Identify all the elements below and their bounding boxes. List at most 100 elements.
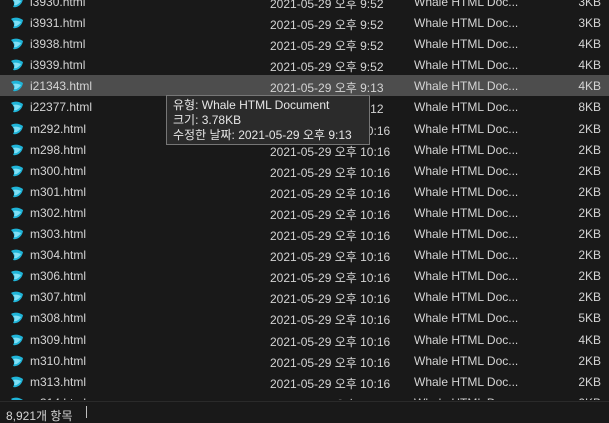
file-size: 2KB	[578, 142, 601, 157]
file-size: 2KB	[578, 121, 601, 136]
item-count: 8,921개 항목	[6, 409, 73, 423]
file-size: 2KB	[578, 163, 601, 178]
file-modified-date: 2021-05-29 오후 9:52	[270, 39, 384, 54]
file-row[interactable]: m309.html 2021-05-29 오후 10:16 Whale HTML D…	[0, 329, 609, 350]
file-type: Whale HTML Doc...	[414, 142, 519, 157]
file-row[interactable]: m314.html 2021-05-29 오후 10:16 Whale HTML D…	[0, 392, 609, 400]
file-type: Whale HTML Doc...	[414, 311, 519, 326]
file-list[interactable]: i3930.html 2021-05-29 오후 9:52 Whale HTML D…	[0, 0, 609, 400]
file-row[interactable]: m302.html 2021-05-29 오후 10:16 Whale HTML D…	[0, 202, 609, 223]
file-modified-date: 2021-05-29 오후 10:16	[270, 313, 391, 328]
file-type: Whale HTML Doc...	[414, 58, 519, 73]
whale-browser-icon	[10, 354, 24, 368]
file-type: Whale HTML Doc...	[414, 269, 519, 284]
whale-browser-icon	[10, 206, 24, 220]
whale-browser-icon	[10, 0, 24, 9]
file-type: Whale HTML Doc...	[414, 100, 519, 115]
file-name: m303.html	[30, 227, 87, 242]
whale-browser-icon	[10, 100, 24, 114]
file-modified-date: 2021-05-29 오후 10:16	[270, 250, 391, 265]
file-tooltip: 유형: Whale HTML Document 크기: 3.78KB 수정한 날…	[166, 95, 370, 145]
file-name: m304.html	[30, 248, 87, 263]
file-modified-date: 2021-05-29 오후 9:13	[270, 81, 384, 96]
whale-browser-icon	[10, 375, 24, 389]
file-modified-date: 2021-05-29 오후 10:16	[270, 165, 391, 180]
file-modified-date: 2021-05-29 오후 10:16	[270, 376, 391, 391]
file-name: m298.html	[30, 142, 87, 157]
file-modified-date: 2021-05-29 오후 9:52	[270, 60, 384, 75]
file-size: 4KB	[578, 332, 601, 347]
file-name: m313.html	[30, 374, 87, 389]
status-separator	[86, 406, 87, 418]
whale-browser-icon	[10, 58, 24, 72]
file-name: i3938.html	[30, 37, 86, 52]
file-modified-date: 2021-05-29 오후 9:52	[270, 18, 384, 33]
file-row[interactable]: m308.html 2021-05-29 오후 10:16 Whale HTML D…	[0, 307, 609, 328]
whale-browser-icon	[10, 122, 24, 136]
file-type: Whale HTML Doc...	[414, 16, 519, 31]
whale-browser-icon	[10, 290, 24, 304]
file-row[interactable]: i3939.html 2021-05-29 오후 9:52 Whale HTML D…	[0, 54, 609, 75]
file-size: 3KB	[578, 16, 601, 31]
file-name: m301.html	[30, 184, 87, 199]
whale-browser-icon	[10, 269, 24, 283]
file-modified-date: 2021-05-29 오후 10:16	[270, 229, 391, 244]
file-name: m309.html	[30, 332, 87, 347]
file-type: Whale HTML Doc...	[414, 184, 519, 199]
file-row[interactable]: m304.html 2021-05-29 오후 10:16 Whale HTML D…	[0, 244, 609, 265]
file-explorer-window: i3930.html 2021-05-29 오후 9:52 Whale HTML D…	[0, 0, 609, 423]
file-row[interactable]: m303.html 2021-05-29 오후 10:16 Whale HTML D…	[0, 223, 609, 244]
file-row[interactable]: m306.html 2021-05-29 오후 10:16 Whale HTML D…	[0, 265, 609, 286]
file-row[interactable]: m301.html 2021-05-29 오후 10:16 Whale HTML D…	[0, 181, 609, 202]
tooltip-modified: 수정한 날짜: 2021-05-29 오후 9:13	[173, 128, 352, 142]
file-size: 4KB	[578, 79, 601, 94]
whale-browser-icon	[10, 185, 24, 199]
whale-browser-icon	[10, 16, 24, 30]
file-name: i3939.html	[30, 58, 86, 73]
file-row[interactable]: m300.html 2021-05-29 오후 10:16 Whale HTML D…	[0, 160, 609, 181]
file-name: m308.html	[30, 311, 87, 326]
file-type: Whale HTML Doc...	[414, 79, 519, 94]
file-row[interactable]: i21343.html 2021-05-29 오후 9:13 Whale HTML …	[0, 75, 609, 97]
file-size: 4KB	[578, 58, 601, 73]
file-modified-date: 2021-05-29 오후 9:52	[270, 0, 384, 11]
file-row[interactable]: i3931.html 2021-05-29 오후 9:52 Whale HTML D…	[0, 12, 609, 33]
whale-browser-icon	[10, 333, 24, 347]
file-row[interactable]: m307.html 2021-05-29 오후 10:16 Whale HTML D…	[0, 286, 609, 307]
whale-browser-icon	[10, 143, 24, 157]
file-size: 3KB	[578, 0, 601, 9]
file-size: 2KB	[578, 290, 601, 305]
whale-browser-icon	[10, 396, 24, 400]
file-size: 2KB	[578, 353, 601, 368]
file-size: 2KB	[578, 184, 601, 199]
file-type: Whale HTML Doc...	[414, 353, 519, 368]
file-size: 5KB	[578, 311, 601, 326]
file-name: i3930.html	[30, 0, 86, 9]
file-type: Whale HTML Doc...	[414, 37, 519, 52]
file-name: m314.html	[30, 396, 86, 400]
whale-browser-icon	[10, 227, 24, 241]
file-modified-date: 2021-05-29 오후 10:16	[270, 186, 391, 201]
file-type: Whale HTML Doc...	[414, 0, 519, 9]
file-row[interactable]: i3938.html 2021-05-29 오후 9:52 Whale HTML D…	[0, 33, 609, 54]
status-bar: 8,921개 항목	[0, 401, 609, 423]
whale-browser-icon	[10, 248, 24, 262]
file-size: 2KB	[578, 396, 601, 400]
file-name: i22377.html	[30, 100, 93, 115]
whale-browser-icon	[10, 79, 24, 93]
file-name: m292.html	[30, 121, 87, 136]
whale-browser-icon	[10, 37, 24, 51]
file-row[interactable]: m313.html 2021-05-29 오후 10:16 Whale HTML D…	[0, 371, 609, 392]
file-type: Whale HTML Doc...	[414, 374, 519, 389]
file-row[interactable]: m310.html 2021-05-29 오후 10:16 Whale HTML D…	[0, 350, 609, 371]
file-name: m302.html	[30, 205, 87, 220]
file-row[interactable]: i3930.html 2021-05-29 오후 9:52 Whale HTML D…	[0, 0, 609, 12]
file-type: Whale HTML Doc...	[414, 248, 519, 263]
file-modified-date: 2021-05-29 오후 10:16	[270, 355, 391, 370]
file-name: m307.html	[30, 290, 87, 305]
file-size: 8KB	[578, 100, 601, 115]
file-size: 4KB	[578, 37, 601, 52]
file-size: 2KB	[578, 248, 601, 263]
file-type: Whale HTML Doc...	[414, 332, 519, 347]
file-type: Whale HTML Doc...	[414, 121, 519, 136]
